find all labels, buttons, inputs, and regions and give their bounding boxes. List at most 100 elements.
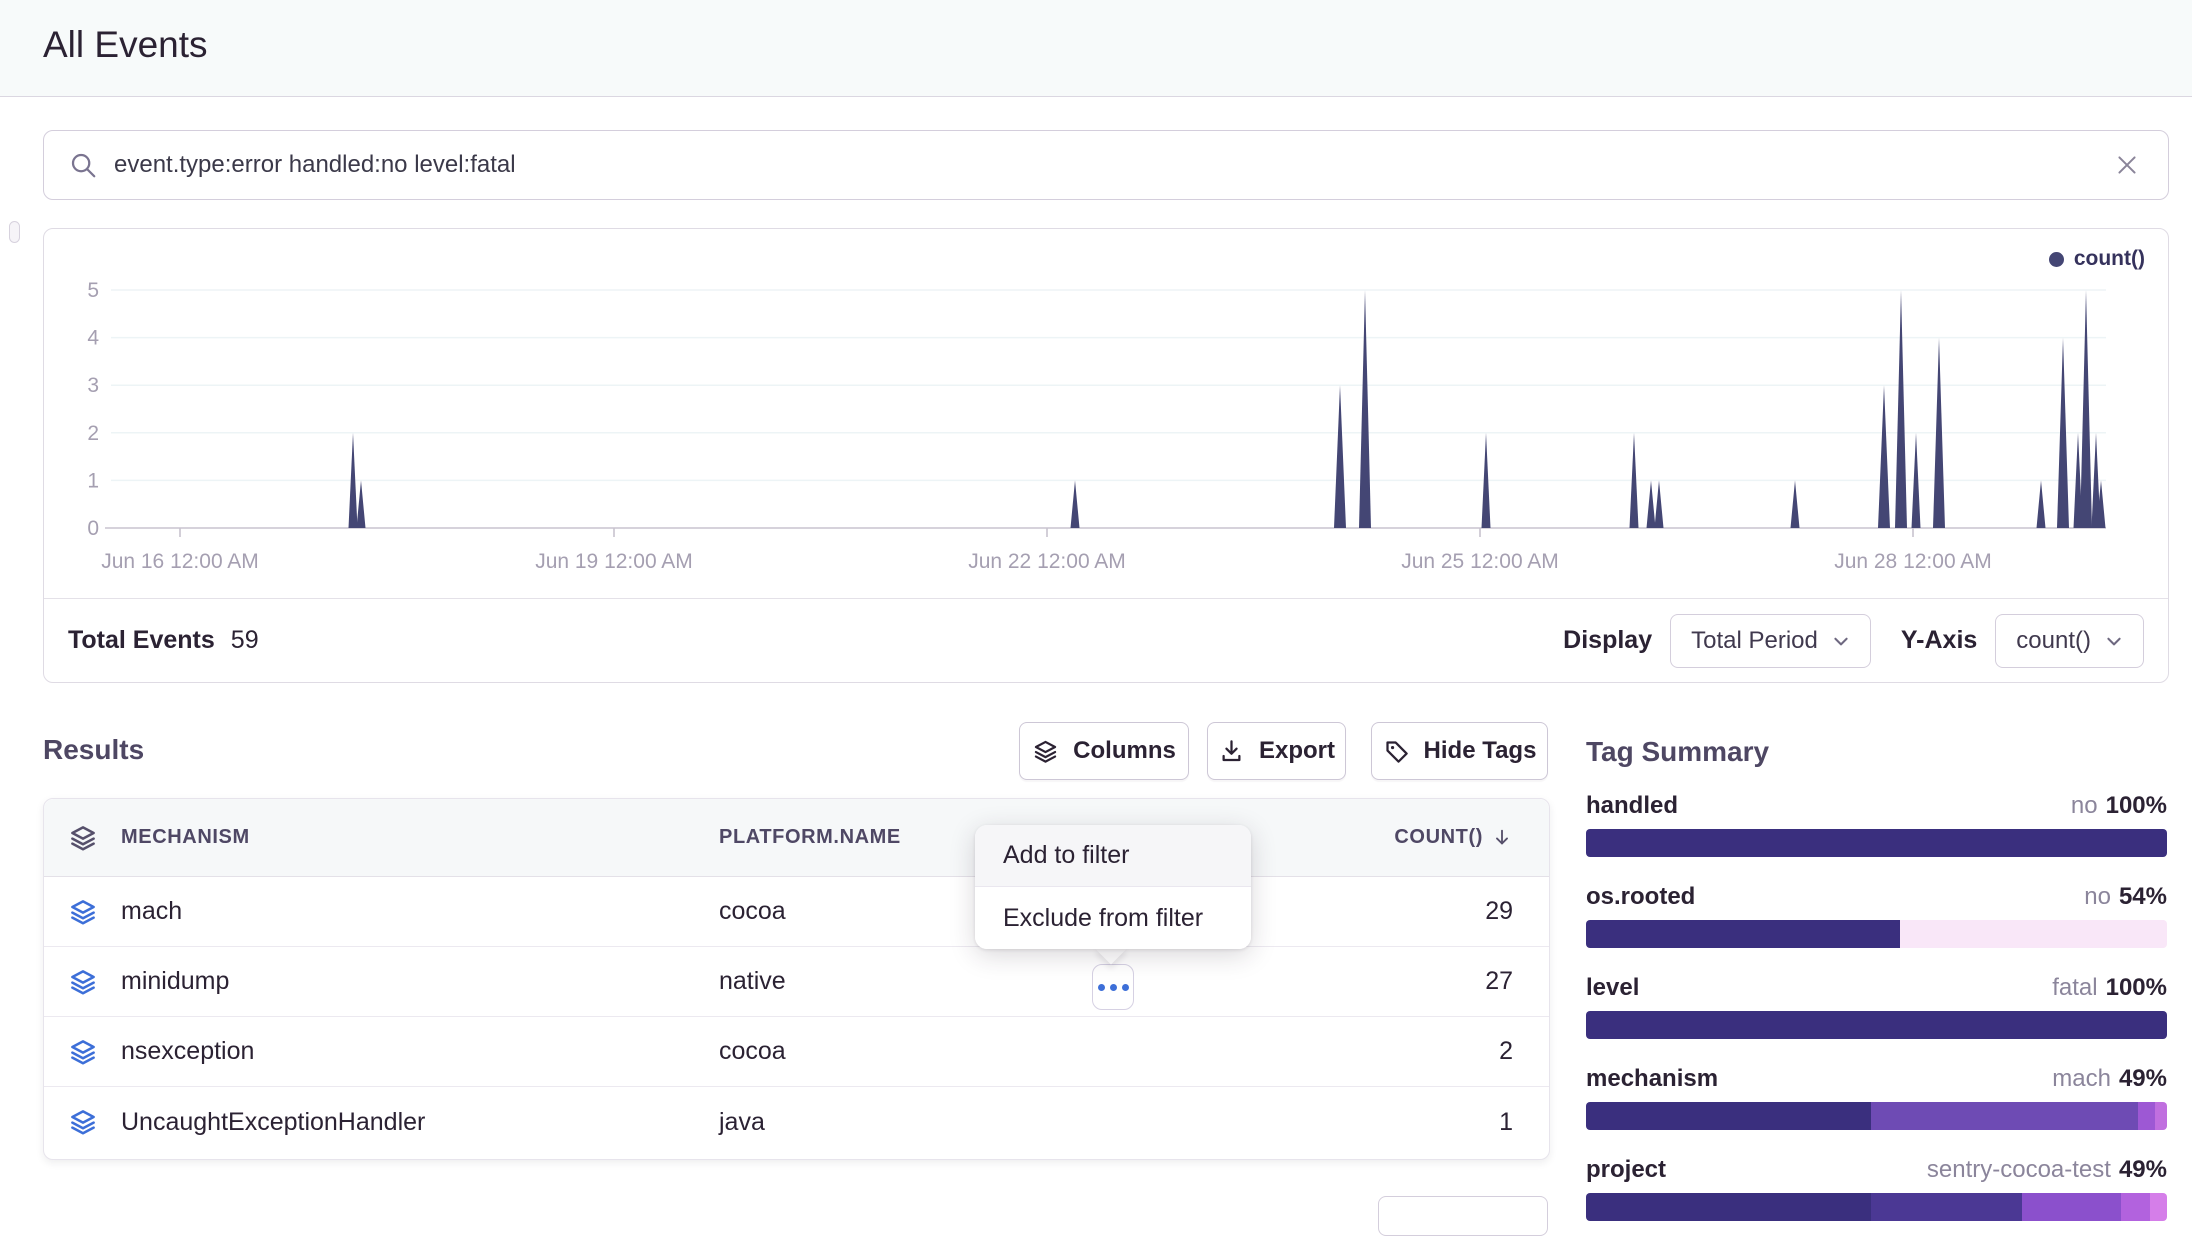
svg-text:Jun 16 12:00 AM: Jun 16 12:00 AM [101,550,259,573]
search-input[interactable] [114,151,2110,179]
chart-plot[interactable]: 012345Jun 16 12:00 AMJun 19 12:00 AMJun … [44,229,2168,600]
legend-dot-icon [2049,252,2064,267]
tag-distribution-bar[interactable] [1586,920,2167,948]
cell-platform: cocoa [719,1037,1299,1066]
row-actions-button[interactable] [1092,964,1134,1010]
export-button[interactable]: Export [1207,722,1346,780]
column-header-count[interactable]: COUNT() [1299,826,1549,849]
events-chart-panel: 012345Jun 16 12:00 AMJun 19 12:00 AMJun … [43,228,2169,683]
menu-item-add-to-filter[interactable]: Add to filter [975,825,1251,887]
tag-label: level [1586,974,1639,1002]
svg-text:2: 2 [87,422,99,445]
tag-bar-segment[interactable] [2022,1193,2121,1221]
tag-distribution-bar[interactable] [1586,829,2167,857]
svg-text:Jun 19 12:00 AM: Jun 19 12:00 AM [535,550,693,573]
legend-label: count() [2074,247,2145,271]
cell-count: 27 [1299,967,1549,996]
svg-text:5: 5 [87,279,99,302]
total-events-value: 59 [231,626,259,655]
cell-platform: native [719,967,1299,996]
svg-text:3: 3 [87,374,99,397]
tag-percent: 100% [2106,974,2167,1001]
cell-count: 2 [1299,1037,1549,1066]
tag-bar-segment[interactable] [1586,1011,2167,1039]
columns-button-label: Columns [1073,737,1176,765]
tag-item: os.rooted no54% [1586,883,2167,948]
tag-label: handled [1586,792,1678,820]
hide-tags-button-label: Hide Tags [1424,737,1537,765]
tag-distribution-bar[interactable] [1586,1011,2167,1039]
stack-icon[interactable] [68,1037,98,1067]
total-events-label: Total Events [68,626,215,655]
pagination-buttons[interactable] [1378,1196,1548,1236]
tag-item: handled no 100% [1586,792,2167,857]
tag-icon [1383,738,1410,765]
search-bar [43,130,2169,200]
page-header: All Events [0,0,2192,97]
tag-item: mechanism mach49% [1586,1065,2167,1130]
cell-count: 29 [1299,897,1549,926]
tag-distribution-bar[interactable] [1586,1102,2167,1130]
tag-bar-segment[interactable] [2121,1193,2150,1221]
tag-summary-panel: Tag Summary handled no100% os.rooted no5… [1586,736,2167,1247]
clear-search-icon[interactable] [2110,148,2144,182]
tag-bar-segment[interactable] [1586,1193,1871,1221]
chart-footer: Total Events 59 Display Total Period Y-A… [44,598,2168,682]
tag-top-value: no [2084,883,2111,910]
table-actions-row: Columns Export Hide Tags [1019,722,1548,780]
hide-tags-button[interactable]: Hide Tags [1371,722,1548,780]
yaxis-select-value: count() [2016,627,2091,655]
tag-label: project [1586,1156,1666,1184]
tag-bar-segment[interactable] [1871,1193,2022,1221]
tag-percent: 49% [2119,1156,2167,1183]
table-row: UncaughtExceptionHandler java 1 [44,1087,1549,1157]
tag-bar-segment[interactable] [1586,920,1900,948]
tag-bar-segment[interactable] [1586,829,2167,857]
cell-mechanism: minidump [121,967,719,996]
results-table: MECHANISM PLATFORM.NAME COUNT() mach coc… [43,798,1550,1160]
tag-item: level fatal 100% [1586,974,2167,1039]
stack-icon[interactable] [68,967,98,997]
table-row: minidump native 27 [44,947,1549,1017]
chevron-down-icon [1832,632,1850,650]
stack-icon[interactable] [68,897,98,927]
svg-text:Jun 22 12:00 AM: Jun 22 12:00 AM [968,550,1126,573]
download-icon [1218,738,1245,765]
column-header-count-label: COUNT() [1394,826,1483,849]
tag-percent: 100% [2106,792,2167,819]
tag-summary-title: Tag Summary [1586,736,2167,768]
stack-icon[interactable] [68,823,98,853]
tag-distribution-bar[interactable] [1586,1193,2167,1221]
ellipsis-dot-icon [1110,984,1117,991]
tag-bar-segment[interactable] [1586,1102,1871,1130]
display-select-value: Total Period [1691,627,1818,655]
tag-bar-segment[interactable] [2155,1102,2167,1130]
sort-desc-icon [1491,827,1513,849]
panel-resize-handle[interactable] [9,221,20,243]
yaxis-select[interactable]: count() [1995,614,2144,668]
context-menu: Add to filter Exclude from filter [975,825,1251,949]
tag-top-value: no [2071,792,2098,819]
cell-count: 1 [1299,1108,1549,1137]
page-title: All Events [43,24,208,66]
tag-percent: 54% [2119,883,2167,910]
tag-bar-segment[interactable] [2150,1193,2167,1221]
column-header-mechanism[interactable]: MECHANISM [121,826,719,849]
ellipsis-dot-icon [1122,984,1129,991]
menu-item-exclude-from-filter[interactable]: Exclude from filter [975,887,1251,949]
tag-top-value: sentry-cocoa-test [1927,1156,2111,1183]
cell-mechanism: UncaughtExceptionHandler [121,1108,719,1137]
stack-icon [1032,738,1059,765]
svg-text:Jun 28 12:00 AM: Jun 28 12:00 AM [1834,550,1992,573]
stack-icon[interactable] [68,1107,98,1137]
chart-legend[interactable]: count() [2049,247,2145,271]
tag-bar-segment[interactable] [2138,1102,2155,1130]
tag-bar-segment[interactable] [1871,1102,2138,1130]
columns-button[interactable]: Columns [1019,722,1189,780]
tag-label: mechanism [1586,1065,1718,1093]
display-select[interactable]: Total Period [1670,614,1871,668]
cell-mechanism: nsexception [121,1037,719,1066]
tag-bar-segment[interactable] [1900,920,2167,948]
tag-top-value: fatal [2052,974,2097,1001]
tag-percent: 49% [2119,1065,2167,1092]
